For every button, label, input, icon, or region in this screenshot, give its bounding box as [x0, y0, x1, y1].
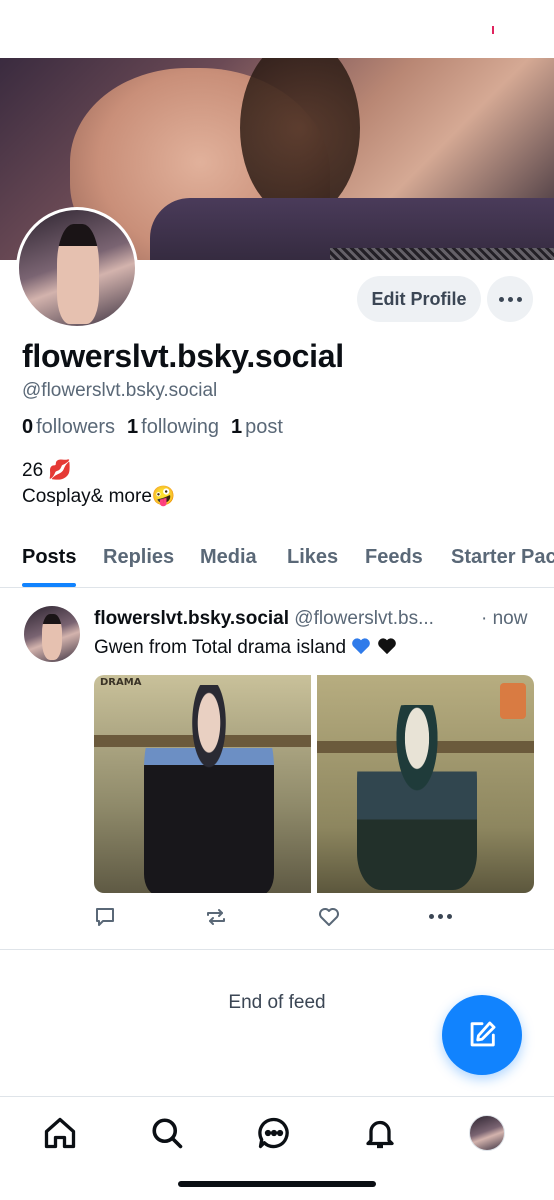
image-watermark: DRAMA — [100, 677, 142, 688]
post-image-cartoon[interactable] — [317, 675, 534, 893]
profile-tabs: Posts Replies Media Likes Feeds Starter … — [0, 536, 554, 588]
bio-line: 26 💋 — [22, 460, 73, 481]
tab-posts[interactable]: Posts — [22, 546, 76, 569]
bell-icon[interactable] — [362, 1115, 398, 1151]
profile-bio: 26 💋 Cosplay& more🤪 — [22, 458, 176, 510]
status-bar — [0, 0, 554, 58]
home-icon[interactable] — [42, 1115, 78, 1151]
post-actions — [0, 905, 554, 935]
tab-likes[interactable]: Likes — [287, 546, 338, 569]
status-indicator — [492, 26, 494, 34]
active-tab-indicator — [22, 583, 76, 587]
tab-replies[interactable]: Replies — [103, 546, 174, 569]
post-author-avatar[interactable] — [24, 606, 80, 662]
post-body: Gwen from Total drama island — [94, 637, 347, 658]
following-link[interactable]: 1 following — [127, 416, 219, 439]
profile-avatar[interactable] — [16, 207, 138, 329]
profile-avatar-nav[interactable] — [469, 1115, 505, 1151]
compose-icon — [470, 1021, 496, 1047]
bottom-navigation — [0, 1096, 554, 1200]
edit-profile-button[interactable]: Edit Profile — [357, 276, 481, 322]
posts-stat: 1 post — [231, 416, 283, 439]
compose-button[interactable] — [442, 995, 522, 1075]
more-options-button[interactable] — [487, 276, 533, 322]
chat-icon[interactable] — [256, 1115, 292, 1151]
post-author-handle: @flowerslvt.bs... — [294, 608, 434, 629]
post-timestamp: · now — [481, 608, 528, 629]
search-icon[interactable] — [149, 1115, 185, 1151]
followers-link[interactable]: 0 followers — [22, 416, 115, 439]
black-heart-icon — [377, 638, 396, 655]
home-indicator — [178, 1181, 376, 1187]
ellipsis-icon — [498, 296, 522, 302]
followers-count: 0 — [22, 416, 34, 438]
tab-starter-packs[interactable]: Starter Pac — [451, 546, 554, 569]
posts-label: post — [245, 416, 283, 438]
post-item[interactable]: flowerslvt.bsky.social @flowerslvt.bs...… — [0, 590, 554, 950]
profile-stats: 0 followers 1 following 1 post — [22, 416, 283, 439]
bio-line: Cosplay& more🤪 — [22, 486, 176, 507]
display-name: flowerslvt.bsky.social — [22, 338, 344, 374]
repost-icon[interactable] — [204, 905, 228, 929]
post-author-name[interactable]: flowerslvt.bsky.social — [94, 608, 289, 629]
tab-media[interactable]: Media — [200, 546, 257, 569]
posts-count: 1 — [231, 416, 243, 438]
post-header: flowerslvt.bsky.social @flowerslvt.bs... — [94, 608, 534, 630]
post-text: Gwen from Total drama island — [94, 637, 397, 659]
reply-icon[interactable] — [93, 905, 117, 929]
post-image-cosplay[interactable]: DRAMA — [94, 675, 311, 893]
blue-heart-icon — [352, 638, 371, 655]
followers-label: followers — [36, 416, 116, 438]
following-label: following — [141, 416, 219, 438]
tab-feeds[interactable]: Feeds — [365, 546, 423, 569]
like-icon[interactable] — [317, 905, 341, 929]
profile-handle: @flowerslvt.bsky.social — [22, 380, 218, 401]
post-more-icon[interactable] — [429, 914, 455, 920]
following-count: 1 — [127, 416, 139, 438]
